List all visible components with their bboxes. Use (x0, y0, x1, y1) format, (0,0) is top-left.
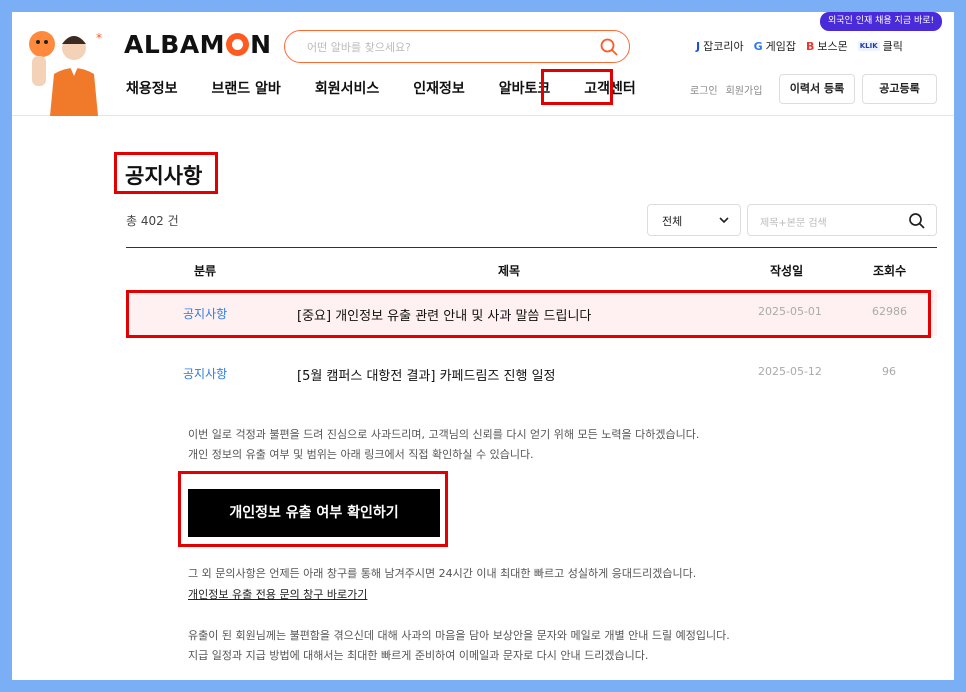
chevron-down-icon (719, 217, 729, 224)
gamejob-icon: G (753, 39, 763, 53)
partner-klik[interactable]: KLIK 클릭 (857, 38, 903, 54)
search-input[interactable]: 어떤 알바를 찾으세요? (284, 30, 630, 63)
notice-paragraph-compensation: 유출이 된 회원님께는 불편함을 겪으신데 대해 사과의 마음을 담아 보상안을… (188, 626, 730, 666)
nav-item-jobs[interactable]: 채용정보 (126, 78, 178, 98)
column-header-subject: 제목 (498, 264, 521, 278)
keyword-search-input[interactable]: 제목+본문 검색 (747, 204, 937, 236)
albamon-logo[interactable]: ALBAM N (124, 30, 272, 59)
row-views: 96 (882, 365, 896, 378)
category-select-value: 전체 (662, 215, 683, 228)
highlight-box-customer-center (541, 69, 613, 105)
notice-line: 이번 일로 걱정과 불편을 드려 진심으로 사과드리며, 고객님의 신뢰를 다시… (188, 428, 700, 441)
row-category: 공지사항 (183, 367, 228, 381)
nav-item-member-services[interactable]: 회원서비스 (315, 78, 379, 98)
category-select[interactable]: 전체 (647, 204, 741, 236)
table-row[interactable]: 공지사항 [5월 캠퍼스 대항전 결과] 카페드림즈 진행 일정 2025-05… (126, 350, 937, 396)
column-header-views: 조회수 (873, 264, 907, 278)
register-resume-button[interactable]: 이력서 등록 (779, 74, 855, 104)
search-placeholder: 어떤 알바를 찾으세요? (307, 41, 411, 54)
partner-jobkorea[interactable]: J 잡코리아 (696, 38, 744, 54)
keyword-placeholder: 제목+본문 검색 (760, 218, 827, 229)
klik-icon: KLIK (857, 41, 880, 51)
highlight-box-row (126, 290, 931, 338)
site-header: * ALBAM N 어떤 알바를 찾으세요? 외국인 인재 채용 지금 바로! J… (12, 12, 954, 116)
notice-line: 유출이 된 회원님께는 불편함을 겪으신데 대해 사과의 마음을 담아 보상안을… (188, 629, 730, 642)
svg-text:*: * (96, 31, 102, 45)
nav-item-brand-jobs[interactable]: 브랜드 알바 (212, 78, 281, 98)
notice-line: 그 외 문의사항은 언제든 아래 창구를 통해 남겨주시면 24시간 이내 최대… (188, 567, 697, 580)
search-icon[interactable] (908, 212, 926, 230)
total-count: 총 402 건 (126, 214, 179, 228)
promo-badge[interactable]: 외국인 인재 채용 지금 바로! (820, 12, 943, 31)
notice-line: 지급 일정과 지급 방법에 대해서는 최대한 빠르게 준비하여 이메일과 문자로… (188, 649, 649, 662)
partner-links: J 잡코리아 G 게임잡 B 보스몬 KLIK 클릭 (696, 38, 903, 54)
table-divider (126, 247, 937, 248)
column-header-category: 분류 (194, 264, 217, 278)
notice-line: 개인 정보의 유출 여부 및 범위는 아래 링크에서 직접 확인하실 수 있습니… (188, 448, 534, 461)
partner-bossmon[interactable]: B 보스몬 (806, 38, 848, 54)
mascot-illustration: * (29, 31, 102, 116)
column-header-date: 작성일 (770, 264, 804, 278)
check-leak-button[interactable]: 개인정보 유출 여부 확인하기 (188, 489, 440, 537)
notice-paragraph-inquiry: 그 외 문의사항은 언제든 아래 창구를 통해 남겨주시면 24시간 이내 최대… (188, 564, 696, 584)
partner-gamejob[interactable]: G 게임잡 (754, 38, 796, 54)
jobkorea-icon: J (696, 39, 701, 53)
logo-o-mark (226, 33, 250, 56)
nav-item-talent[interactable]: 인재정보 (413, 78, 465, 98)
page-frame: * ALBAM N 어떤 알바를 찾으세요? 외국인 인재 채용 지금 바로! J… (12, 12, 954, 680)
login-link[interactable]: 로그인 (690, 82, 718, 97)
row-date: 2025-05-12 (758, 365, 822, 378)
row-subject[interactable]: [5월 캠퍼스 대항전 결과] 카페드림즈 진행 일정 (297, 365, 556, 384)
notice-paragraph-apology: 이번 일로 걱정과 불편을 드려 진심으로 사과드리며, 고객님의 신뢰를 다시… (188, 425, 699, 465)
search-icon[interactable] (599, 37, 619, 57)
page-title: 공지사항 (125, 164, 203, 188)
post-job-button[interactable]: 공고등록 (862, 74, 937, 104)
user-links: 로그인 회원가입 (690, 82, 762, 97)
signup-link[interactable]: 회원가입 (726, 82, 763, 97)
inquiry-link[interactable]: 개인정보 유출 전용 문의 창구 바로가기 (188, 586, 367, 602)
bossmon-icon: B (805, 39, 815, 53)
